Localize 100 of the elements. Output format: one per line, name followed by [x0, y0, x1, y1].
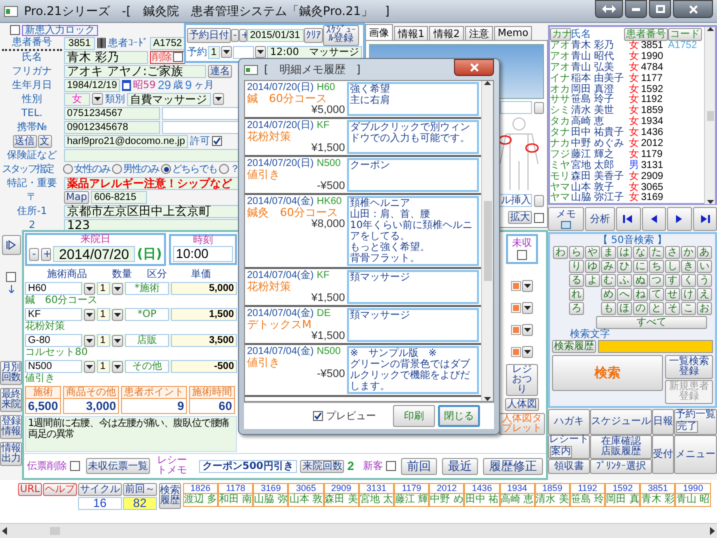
command-button[interactable]: ハガキ [548, 409, 590, 435]
sub-button[interactable]: 案内 [550, 446, 572, 458]
command-button[interactable]: 領収書 [548, 459, 590, 474]
kana-button[interactable]: ま [601, 246, 616, 259]
dropdown-button[interactable] [84, 360, 95, 372]
recent-patient-chip[interactable]: 3131 宮地 太 [358, 483, 394, 507]
kana-button[interactable]: り [569, 260, 584, 273]
side-button[interactable]: 登録情報 [0, 415, 22, 439]
command-button[interactable]: スケジュール [590, 409, 652, 435]
analysis-button[interactable]: 分析 [585, 207, 615, 231]
dropdown-button[interactable] [220, 46, 232, 58]
url-button[interactable]: URL [18, 483, 42, 496]
kana-button[interactable]: せ [665, 288, 680, 301]
close-button[interactable] [454, 59, 494, 76]
command-button[interactable]: 日報 [652, 409, 674, 435]
recent-patient-chip[interactable]: 3065 山本 敦 [288, 483, 324, 507]
minus-button[interactable]: - [29, 248, 39, 260]
column-button[interactable]: コード [668, 28, 702, 40]
checkbox[interactable] [6, 272, 16, 282]
tab[interactable]: 情報1 [394, 26, 428, 40]
recent-patient-chip[interactable]: 3851 青木 彩 [640, 483, 676, 507]
slip-delete-checkbox[interactable] [70, 461, 80, 471]
send-button[interactable]: 送信 [12, 134, 36, 148]
history-button[interactable]: 最近 [442, 458, 478, 474]
recent-patient-chip[interactable]: 3169 山脇 弥 [253, 483, 288, 507]
checkbox[interactable] [534, 212, 544, 222]
dropdown-button[interactable] [255, 46, 266, 58]
help-button[interactable]: ヘルプ [42, 483, 77, 496]
dropdown-button[interactable] [522, 324, 532, 336]
kana-button[interactable]: ら [569, 246, 584, 259]
kana-button[interactable]: う [697, 274, 712, 287]
maximize-button[interactable] [649, 0, 671, 18]
kana-button[interactable]: え [697, 288, 712, 301]
dropdown-button[interactable] [112, 360, 123, 372]
clear-button[interactable]: ｸﾘｱ [304, 28, 323, 42]
kana-button[interactable]: そ [665, 302, 680, 315]
reservation-date-button[interactable]: 予約日付 [187, 28, 231, 42]
command-button[interactable]: 受付 [652, 435, 674, 474]
text-button[interactable]: 文 [38, 134, 52, 148]
close-dialog-button[interactable]: 閉じる [438, 405, 480, 427]
kana-button[interactable]: て [649, 288, 664, 301]
kana-button[interactable]: あ [697, 246, 712, 259]
kana-button[interactable]: れ [569, 288, 584, 301]
navigation-button[interactable] [616, 207, 640, 231]
minimize-button[interactable] [625, 0, 647, 18]
resize-button[interactable] [595, 0, 623, 18]
search-history-button[interactable]: 検索履歴 [158, 483, 181, 509]
schedule-register-button[interactable]: ｽｹｼﾞｭｰﾙ登録 [323, 24, 359, 46]
kana-button[interactable]: ろ [569, 302, 584, 315]
radio-button[interactable] [112, 164, 122, 174]
register-button[interactable]: レジおつり [506, 364, 538, 396]
dropdown-button[interactable] [92, 93, 103, 105]
search-history-button[interactable]: 検索履歴 [552, 340, 596, 353]
kana-button[interactable]: し [665, 260, 680, 273]
kana-button[interactable]: け [681, 288, 696, 301]
command-button[interactable]: レシート 案内 [548, 435, 590, 459]
delete-checkbox[interactable] [173, 52, 183, 62]
recent-patient-chip[interactable]: 1436 田中 祐 [464, 483, 500, 507]
dropdown-button[interactable] [522, 346, 532, 358]
radio-button[interactable] [219, 164, 229, 174]
kana-button[interactable]: と [649, 302, 664, 315]
recent-patient-chip[interactable]: 1179 藤江 輝 [394, 483, 430, 507]
body-chart-button[interactable]: 人体図 [505, 398, 539, 411]
kana-button[interactable]: た [649, 246, 664, 259]
plus-button[interactable]: + [41, 248, 51, 260]
dropdown-button[interactable] [84, 334, 95, 346]
kana-button[interactable]: ふ [617, 274, 632, 287]
side-button[interactable]: 月別回数 [0, 361, 22, 385]
print-button[interactable]: 印刷 [393, 405, 435, 427]
kana-button[interactable]: お [697, 302, 712, 315]
recent-patient-chip[interactable]: 1192 笹島 玲 [570, 483, 606, 507]
history-button[interactable]: 履歴修正 [483, 458, 543, 474]
kana-button[interactable]: の [633, 302, 648, 315]
kana-button[interactable]: ひ [617, 260, 632, 273]
kana-button[interactable]: つ [649, 274, 664, 287]
all-button[interactable]: すべて [596, 316, 707, 329]
tab[interactable]: 注意 [464, 26, 493, 40]
list-register-button[interactable]: 一覧検索登録 [665, 355, 713, 379]
kana-button[interactable]: す [665, 274, 680, 287]
visit-count-button[interactable]: 来院回数 [300, 460, 344, 472]
radio-button[interactable] [161, 164, 171, 174]
kana-button[interactable]: ち [649, 260, 664, 273]
cycle-button[interactable]: サイクル [78, 483, 122, 496]
zoom-button[interactable]: 拡大 [508, 211, 532, 224]
tab[interactable]: 情報2 [429, 26, 464, 40]
kana-button[interactable]: む [601, 274, 616, 287]
unpaid-list-button[interactable]: 未収伝票一覧 [86, 458, 150, 474]
kana-button[interactable]: ぬ [633, 274, 648, 287]
kana-button[interactable]: ゆ [585, 260, 600, 273]
recent-patient-chip[interactable]: 1592 岡田 真 [605, 483, 640, 507]
dropdown-button[interactable] [522, 280, 532, 292]
small-button[interactable] [534, 102, 544, 114]
kana-button[interactable]: い [697, 260, 712, 273]
expand-button[interactable] [2, 235, 20, 255]
kana-button[interactable]: は [617, 246, 632, 259]
kana-button[interactable]: も [601, 302, 616, 315]
tab[interactable]: Memo [494, 26, 532, 40]
kana-button[interactable]: や [585, 246, 600, 259]
command-button[interactable]: ﾌﾟﾘﾝﾀｰ選択 [590, 459, 652, 474]
recent-patient-chip[interactable]: 2012 中野 め [429, 483, 464, 507]
